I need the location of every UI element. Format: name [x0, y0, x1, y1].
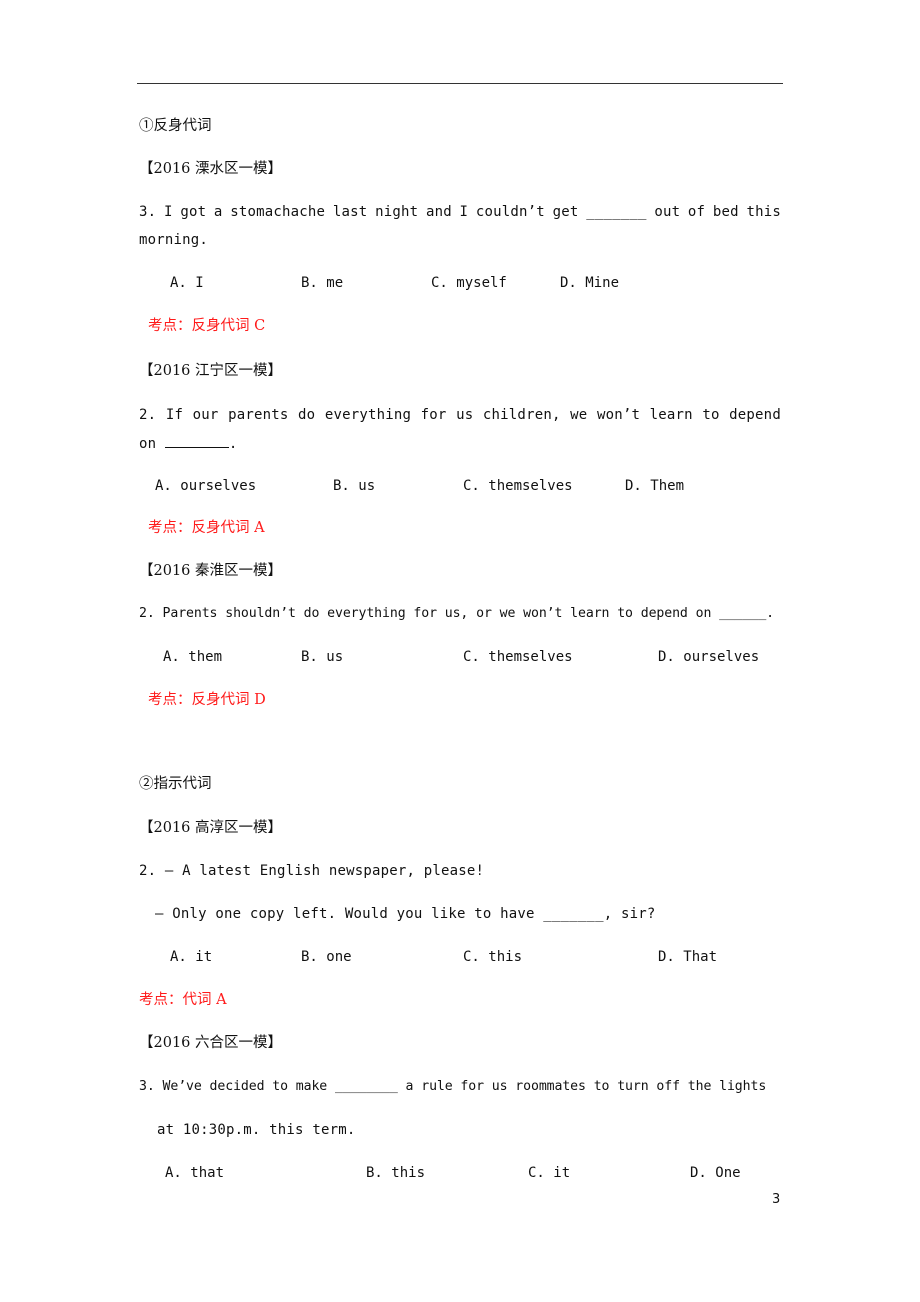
stem-word: everything	[324, 407, 412, 423]
option-d[interactable]: D. Them	[625, 476, 684, 496]
option-b[interactable]: B. one	[301, 947, 352, 967]
option-d[interactable]: D. Mine	[560, 273, 619, 293]
answer-key: 考点：反身代词 C	[148, 318, 266, 334]
option-c[interactable]: C. this	[463, 947, 522, 967]
answer-key: 考点：代词 A	[139, 992, 227, 1008]
stem-word: I	[163, 204, 173, 220]
question-source: 【2016 六合区一模】	[139, 1035, 283, 1051]
stem-word: stomachache	[230, 204, 326, 220]
stem-word: for	[420, 407, 447, 423]
stem-word: this	[746, 204, 781, 220]
option-b[interactable]: B. me	[301, 273, 343, 293]
question-stem-continued: — Only one copy left. Would you like to …	[155, 906, 656, 922]
option-d[interactable]: D. ourselves	[658, 647, 759, 667]
stem-word: couldn’t	[475, 204, 545, 220]
answer-blank	[164, 433, 229, 448]
option-a[interactable]: A. I	[170, 273, 204, 293]
stem-word: won’t	[596, 407, 641, 423]
stem-word: night	[375, 204, 419, 220]
stem-word: a	[213, 204, 223, 220]
option-a[interactable]: A. it	[170, 947, 212, 967]
stem-word: got	[180, 204, 207, 220]
option-b[interactable]: B. this	[366, 1163, 425, 1183]
stem-word: 3.	[139, 204, 157, 220]
option-d[interactable]: D. One	[690, 1163, 741, 1183]
stem-word: 2.	[139, 407, 157, 423]
question-stem-continued: at 10:30p.m. this term.	[157, 1122, 356, 1138]
question-source: 【2016 溧水区一模】	[139, 161, 283, 177]
question-source: 【2016 高淳区一模】	[139, 820, 283, 836]
stem-word: children,	[482, 407, 561, 423]
question-stem: 2. Parents shouldn’t do everything for u…	[139, 606, 775, 621]
stem-word: our	[192, 407, 219, 423]
question-stem: 2. If our parents do everything for us children,…	[139, 405, 781, 425]
option-a[interactable]: A. that	[165, 1163, 224, 1183]
stem-text: .	[228, 436, 238, 452]
stem-text: on	[139, 436, 165, 452]
option-a[interactable]: A. ourselves	[155, 476, 256, 496]
option-c[interactable]: C. it	[528, 1163, 570, 1183]
stem-word: out	[654, 204, 681, 220]
question-stem: 2. — A latest English newspaper, please!	[139, 863, 485, 879]
section-heading-demonstrative: ②指示代词	[139, 776, 212, 792]
page-number: 3	[772, 1192, 781, 1207]
option-a[interactable]: A. them	[163, 647, 222, 667]
stem-word: and	[425, 204, 452, 220]
stem-word: of	[687, 204, 706, 220]
stem-word: learn	[649, 407, 693, 423]
question-source: 【2016 江宁区一模】	[139, 363, 283, 379]
option-d[interactable]: D. That	[658, 947, 717, 967]
question-stem-continued: morning.	[139, 232, 209, 248]
stem-word: depend	[729, 407, 781, 423]
stem-word: get	[552, 204, 579, 220]
header-rule	[137, 83, 783, 84]
question-stem: 3. Igot a stomachache last night and Icouldn’t g…	[139, 202, 781, 222]
section-heading-reflexive: ①反身代词	[139, 118, 212, 134]
option-c[interactable]: C. themselves	[463, 647, 573, 667]
question-stem-continued: on .	[139, 433, 238, 454]
stem-word: parents	[228, 407, 289, 423]
stem-word: I	[459, 204, 469, 220]
option-c[interactable]: C. themselves	[463, 476, 573, 496]
option-b[interactable]: B. us	[301, 647, 343, 667]
stem-word: last	[332, 204, 368, 220]
question-stem: 3. We’ve decided to make ________ a rule…	[139, 1079, 767, 1094]
stem-word: us	[456, 407, 474, 423]
option-c[interactable]: C. myself	[431, 273, 507, 293]
answer-key: 考点：反身代词 A	[148, 520, 265, 536]
stem-word: we	[570, 407, 588, 423]
stem-word: do	[298, 407, 316, 423]
answer-key: 考点：反身代词 D	[148, 692, 266, 708]
stem-word: bed	[712, 204, 739, 220]
answer-blank: _______	[586, 204, 647, 220]
stem-word: If	[165, 407, 184, 423]
question-source: 【2016 秦淮区一模】	[139, 563, 283, 579]
option-b[interactable]: B. us	[333, 476, 375, 496]
stem-word: to	[702, 407, 720, 423]
